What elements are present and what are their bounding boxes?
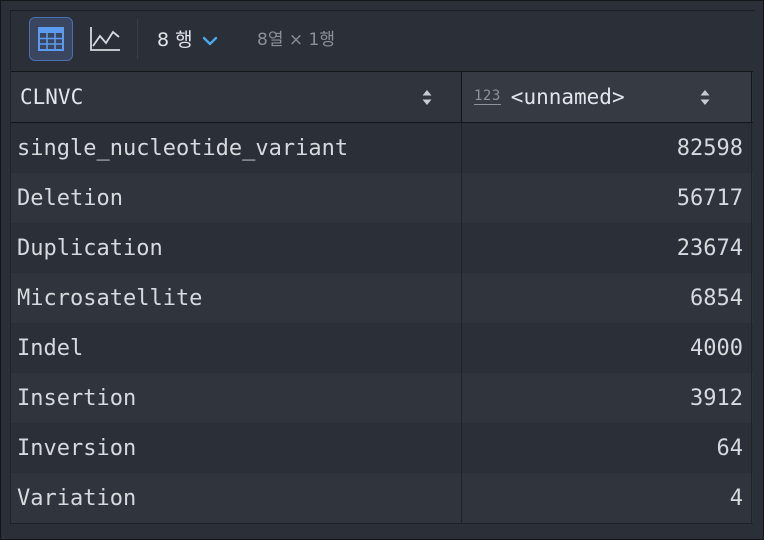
table-row[interactable]: Microsatellite 6854 xyxy=(11,273,753,323)
cell-clnvc[interactable]: Deletion xyxy=(11,173,462,223)
toolbar-divider xyxy=(137,19,138,59)
cell-count[interactable]: 4000 xyxy=(462,323,752,373)
table-row[interactable]: Deletion 56717 xyxy=(11,173,753,223)
row-count-dropdown[interactable]: 8 행 xyxy=(157,23,219,53)
table-row[interactable]: Duplication 23674 xyxy=(11,223,753,273)
result-table: CLNVC 123 <unnamed> single_nucleotide_va… xyxy=(10,71,753,524)
column-header-clnvc[interactable]: CLNVC xyxy=(11,72,462,122)
table-row[interactable]: Variation 4 xyxy=(11,473,753,523)
sort-icon[interactable] xyxy=(700,89,710,106)
sort-icon[interactable] xyxy=(422,89,432,106)
result-panel: 8 행 8열 × 1행 CLNVC 123 <unnamed> single_n… xyxy=(0,0,764,540)
table-row[interactable]: Indel 4000 xyxy=(11,323,753,373)
cell-clnvc[interactable]: Microsatellite xyxy=(11,273,462,323)
grid-table-icon xyxy=(38,27,64,51)
cell-clnvc[interactable]: single_nucleotide_variant xyxy=(11,123,462,173)
chart-view-button[interactable] xyxy=(83,17,127,61)
cell-count[interactable]: 82598 xyxy=(462,123,752,173)
result-toolbar: 8 행 8열 × 1행 xyxy=(10,10,755,70)
numeric-type-icon: 123 xyxy=(474,88,501,105)
table-row[interactable]: Insertion 3912 xyxy=(11,373,753,423)
table-bottom-border xyxy=(11,523,753,524)
column-header-unnamed[interactable]: 123 <unnamed> xyxy=(462,72,752,122)
cell-clnvc[interactable]: Variation xyxy=(11,473,462,523)
cell-count[interactable]: 4 xyxy=(462,473,752,523)
table-row[interactable]: Inversion 64 xyxy=(11,423,753,473)
row-count-label: 8 행 xyxy=(157,28,193,51)
column-header-label: <unnamed> xyxy=(510,85,625,109)
line-chart-icon xyxy=(90,27,120,51)
column-header-label: CLNVC xyxy=(20,85,84,109)
cell-count[interactable]: 56717 xyxy=(462,173,752,223)
cell-count[interactable]: 64 xyxy=(462,423,752,473)
cell-clnvc[interactable]: Indel xyxy=(11,323,462,373)
cell-count[interactable]: 23674 xyxy=(462,223,752,273)
cell-count[interactable]: 3912 xyxy=(462,373,752,423)
cell-count[interactable]: 6854 xyxy=(462,273,752,323)
cell-clnvc[interactable]: Insertion xyxy=(11,373,462,423)
cell-clnvc[interactable]: Inversion xyxy=(11,423,462,473)
result-dimensions: 8열 × 1행 xyxy=(257,30,335,50)
table-header: CLNVC 123 <unnamed> xyxy=(11,71,753,123)
cell-clnvc[interactable]: Duplication xyxy=(11,223,462,273)
table-view-button[interactable] xyxy=(29,17,73,61)
table-row[interactable]: single_nucleotide_variant 82598 xyxy=(11,123,753,173)
chevron-down-icon xyxy=(202,36,217,46)
